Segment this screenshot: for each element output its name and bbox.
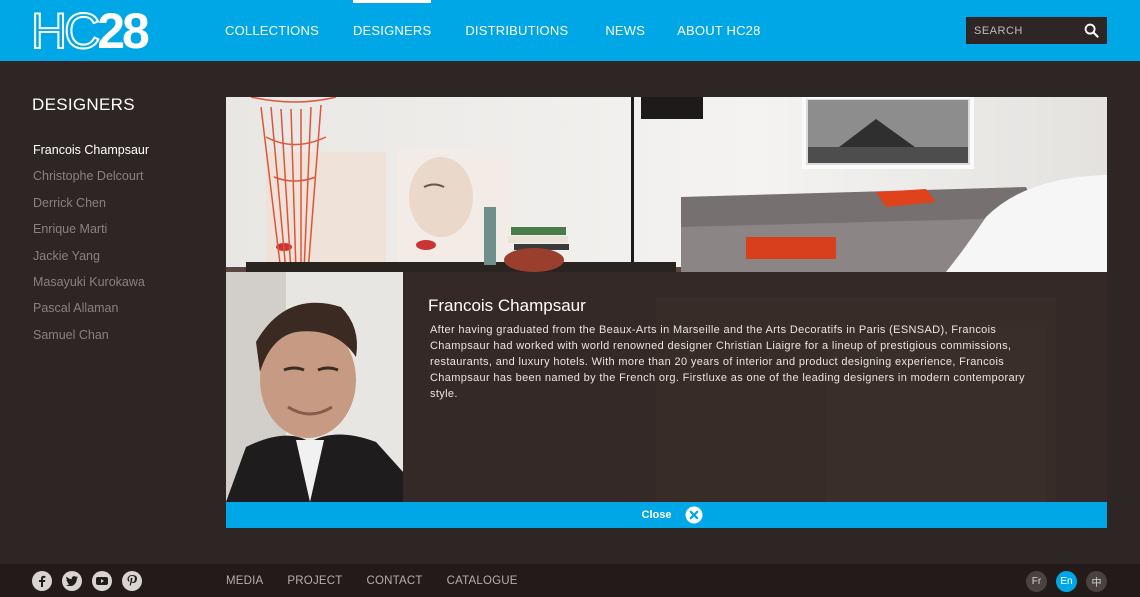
logo-outline-text: HC: [30, 3, 101, 59]
close-circle-icon[interactable]: [685, 506, 703, 524]
designer-link-jackie-yang[interactable]: Jackie Yang: [33, 245, 149, 271]
designer-link-samuel-chan[interactable]: Samuel Chan: [33, 324, 149, 350]
top-header: HC 28 COLLECTIONS DESIGNERS DISTRIBUTION…: [0, 0, 1140, 61]
designer-link-francois-champsaur[interactable]: Francois Champsaur: [33, 139, 149, 165]
designer-link-enrique-marti[interactable]: Enrique Marti: [33, 218, 149, 244]
pinterest-icon[interactable]: [122, 571, 142, 591]
footer-link-catalogue[interactable]: CATALOGUE: [447, 575, 518, 587]
nav-news[interactable]: NEWS: [605, 0, 645, 61]
main-nav: COLLECTIONS DESIGNERS DISTRIBUTIONS NEWS…: [225, 0, 761, 61]
designer-bio: After having graduated from the Beaux-Ar…: [430, 324, 1025, 400]
nav-designers[interactable]: DESIGNERS: [352, 0, 432, 61]
designer-detail-panel: Francois Champsaur After having graduate…: [226, 97, 1107, 502]
search-box: [966, 17, 1107, 44]
language-switcher: Fr En 中: [1026, 571, 1107, 592]
footer-link-media[interactable]: MEDIA: [226, 575, 263, 587]
social-links: [32, 571, 142, 591]
sidebar-title: DESIGNERS: [32, 95, 135, 114]
close-button[interactable]: Close: [226, 502, 1107, 528]
footer-link-contact[interactable]: CONTACT: [367, 575, 423, 587]
nav-distributions[interactable]: DISTRIBUTIONS: [465, 0, 568, 61]
facebook-icon[interactable]: [32, 571, 52, 591]
designer-link-pascal-allaman[interactable]: Pascal Allaman: [33, 297, 149, 323]
footer: MEDIA PROJECT CONTACT CATALOGUE Fr En 中: [0, 564, 1140, 597]
nav-collections[interactable]: COLLECTIONS: [225, 0, 319, 61]
designer-name: Francois Champsaur: [428, 296, 586, 315]
hc28-logo[interactable]: HC 28: [30, 3, 150, 59]
footer-link-project[interactable]: PROJECT: [287, 575, 342, 587]
logo-solid-text: 28: [97, 3, 150, 59]
search-input[interactable]: [966, 24, 1076, 37]
youtube-icon[interactable]: [92, 571, 112, 591]
language-en[interactable]: En: [1056, 571, 1077, 592]
designer-portrait: [226, 272, 403, 502]
designer-link-christophe-delcourt[interactable]: Christophe Delcourt: [33, 165, 149, 191]
twitter-icon[interactable]: [62, 571, 82, 591]
designer-list: Francois Champsaur Christophe Delcourt D…: [33, 139, 149, 350]
close-label: Close: [641, 509, 672, 521]
footer-nav: MEDIA PROJECT CONTACT CATALOGUE: [226, 564, 542, 597]
search-icon[interactable]: [1084, 23, 1099, 38]
language-zh[interactable]: 中: [1086, 571, 1107, 592]
nav-about-hc28[interactable]: ABOUT HC28: [677, 0, 760, 61]
designer-link-derrick-chen[interactable]: Derrick Chen: [33, 192, 149, 218]
designer-link-masayuki-kurokawa[interactable]: Masayuki Kurokawa: [33, 271, 149, 297]
language-fr[interactable]: Fr: [1026, 571, 1047, 592]
